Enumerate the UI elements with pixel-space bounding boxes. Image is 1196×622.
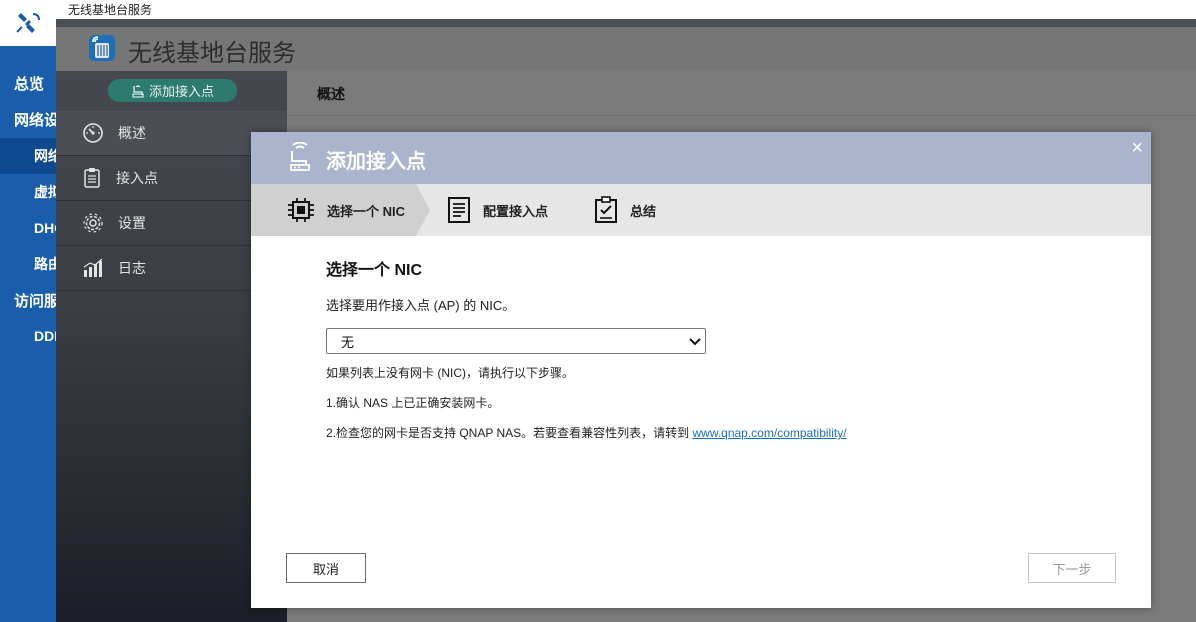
bar-chart-icon: [83, 258, 103, 277]
main-left-nav: 总览 网络设 网络 虚拟 DHCP 路由 访问服 DDNS: [0, 0, 56, 622]
compatibility-link[interactable]: www.qnap.com/compatibility/: [692, 426, 846, 440]
access-point-icon: [290, 142, 310, 171]
sidebar-item-label: 设置: [118, 215, 146, 231]
window-titlebar: 无线基地台服务: [56, 0, 1196, 19]
document-icon: [448, 197, 470, 223]
app-header: 无线基地台服务: [56, 27, 1196, 71]
wizard-step-label: 总结: [630, 203, 657, 219]
left-nav-item-overview[interactable]: 总览: [0, 65, 56, 101]
close-icon[interactable]: ×: [1131, 138, 1143, 158]
next-button[interactable]: 下一步: [1028, 553, 1116, 583]
left-nav-item-virtual[interactable]: 虚拟: [0, 174, 56, 210]
gauge-icon: [83, 123, 103, 143]
wizard-step-label: 配置接入点: [483, 203, 549, 219]
nic-select[interactable]: 无: [326, 328, 706, 354]
app-icon: [89, 35, 115, 61]
left-nav-item-network-settings[interactable]: 网络设: [0, 101, 56, 137]
help-note-3: 2.检查您的网卡是否支持 QNAP NAS。若要查看兼容性列表，请转到 www.…: [326, 424, 847, 441]
help-note-1: 如果列表上没有网卡 (NIC)，请执行以下步骤。: [326, 366, 574, 380]
dialog-header: 添加接入点 ×: [251, 132, 1151, 184]
add-access-point-dialog: 添加接入点 × 选择一个 NIC 配置接入点 总结 选择一个 NIC 选择要用作…: [251, 132, 1151, 608]
left-nav-item-ddns[interactable]: DDNS: [0, 318, 56, 354]
sidebar-item-label: 日志: [118, 260, 146, 276]
clipboard-icon: [84, 168, 100, 188]
section-heading: 选择一个 NIC: [326, 262, 423, 279]
help-note-3-text: 2.检查您的网卡是否支持 QNAP NAS。若要查看兼容性列表，请转到: [326, 426, 693, 440]
content-title: 概述: [317, 86, 345, 102]
chevron-down-icon: [689, 338, 701, 346]
sidebar-item-label: 概述: [118, 125, 146, 141]
wizard-step-label: 选择一个 NIC: [327, 203, 406, 219]
section-description: 选择要用作接入点 (AP) 的 NIC。: [326, 298, 516, 313]
content-divider: [287, 115, 1196, 116]
satellite-icon: [16, 13, 40, 33]
help-note-2: 1.确认 NAS 上已正确安装网卡。: [326, 396, 500, 410]
titlebar-divider: [56, 19, 1196, 27]
wizard-step-summary: 总结: [594, 184, 656, 236]
checklist-icon: [595, 196, 617, 223]
left-nav-item-network[interactable]: 网络: [0, 138, 56, 174]
nic-select-value: 无: [341, 334, 355, 350]
add-access-point-button[interactable]: 添加接入点: [108, 79, 237, 102]
add-access-point-label: 添加接入点: [148, 84, 214, 99]
gear-icon: [83, 213, 103, 233]
app-title: 无线基地台服务: [128, 40, 296, 67]
wizard-step-configure-ap: 配置接入点: [447, 184, 548, 236]
chip-icon: [288, 198, 314, 222]
window-title: 无线基地台服务: [68, 3, 153, 17]
app-logo[interactable]: [0, 0, 56, 46]
left-nav-item-access-services[interactable]: 访问服: [0, 282, 56, 318]
dialog-title: 添加接入点: [326, 151, 426, 173]
sidebar-item-label: 接入点: [116, 170, 158, 186]
left-nav-item-dhcp[interactable]: DHCP: [0, 210, 56, 246]
cancel-button[interactable]: 取消: [286, 553, 366, 583]
wizard-steps: 选择一个 NIC 配置接入点 总结: [251, 184, 1151, 236]
wizard-step-select-nic: 选择一个 NIC: [251, 184, 430, 236]
left-nav-item-routing[interactable]: 路由: [0, 246, 56, 282]
access-point-icon: [132, 84, 144, 98]
